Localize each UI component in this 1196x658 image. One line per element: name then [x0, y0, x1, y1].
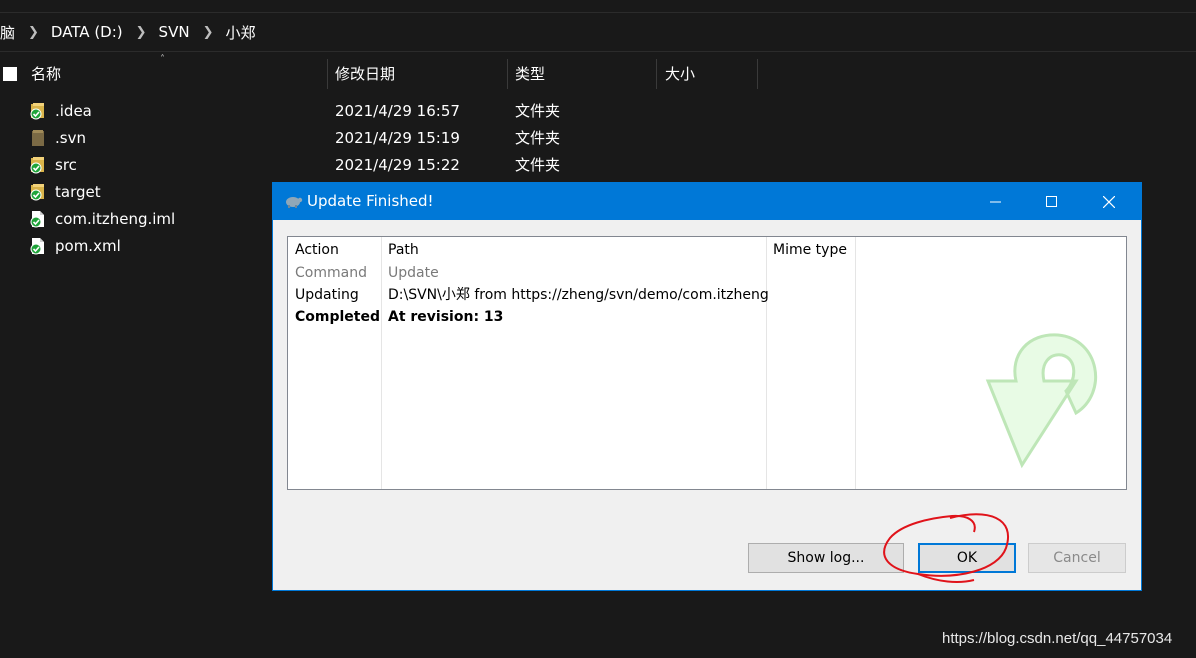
address-bar[interactable]: 脑 ❯ DATA (D:) ❯ SVN ❯ 小郑	[0, 12, 1196, 52]
close-icon	[1103, 195, 1115, 208]
file-type: 文件夹	[515, 156, 561, 174]
file-name: src	[55, 156, 77, 174]
result-path: At revision: 13	[388, 309, 504, 325]
column-header-modified[interactable]: 修改日期	[335, 59, 395, 89]
breadcrumb-item-pc[interactable]: 脑	[0, 22, 15, 43]
source-watermark: https://blog.csdn.net/qq_44757034	[942, 630, 1173, 647]
result-action: Updating	[295, 287, 359, 303]
chevron-right-icon[interactable]: ❯	[203, 25, 214, 40]
breadcrumb-item-folder[interactable]: 小郑	[225, 22, 255, 43]
column-header-size[interactable]: 大小	[665, 59, 695, 89]
file-row[interactable]: .idea 2021/4/29 16:57 文件夹	[0, 98, 640, 125]
tortoise-icon	[286, 197, 303, 208]
file-name: pom.xml	[55, 237, 121, 255]
result-action: Command	[295, 265, 367, 281]
file-date: 2021/4/29 15:22	[335, 156, 460, 174]
svn-file-ok-icon	[30, 211, 44, 228]
result-action: Completed	[295, 309, 381, 325]
cancel-button[interactable]: Cancel	[1028, 543, 1126, 573]
column-divider[interactable]	[656, 59, 657, 89]
dialog-titlebar[interactable]: Update Finished!	[273, 183, 1141, 220]
svn-folder-ok-icon	[30, 184, 44, 201]
svn-file-ok-icon	[30, 238, 44, 255]
svn-folder-ok-icon	[30, 157, 44, 174]
file-date: 2021/4/29 16:57	[335, 102, 460, 120]
update-arrow-icon	[985, 333, 1098, 469]
column-divider[interactable]	[327, 59, 328, 89]
file-name: com.itzheng.iml	[55, 210, 176, 228]
chevron-right-icon[interactable]: ❯	[28, 25, 39, 40]
column-header-row: 名称 修改日期 类型 大小	[0, 59, 760, 89]
folder-icon	[32, 130, 44, 146]
result-path: Update	[388, 265, 439, 281]
file-type: 文件夹	[515, 129, 561, 147]
column-header-path[interactable]: Path	[388, 239, 419, 261]
file-type: 文件夹	[515, 102, 561, 120]
breadcrumb-item-drive[interactable]: DATA (D:)	[51, 23, 123, 41]
column-divider[interactable]	[766, 237, 767, 489]
chevron-right-icon[interactable]: ❯	[136, 25, 147, 40]
column-header-name[interactable]: 名称	[31, 59, 61, 89]
column-divider[interactable]	[381, 237, 382, 489]
ok-button[interactable]: OK	[918, 543, 1016, 573]
file-name: .idea	[55, 102, 92, 120]
minimize-icon	[989, 201, 1001, 203]
column-divider[interactable]	[855, 237, 856, 489]
svn-folder-ok-icon	[30, 103, 44, 120]
minimize-button[interactable]	[972, 183, 1018, 220]
result-path: D:\SVN\小郑 from https://zheng/svn/demo/co…	[388, 287, 769, 303]
column-header-type[interactable]: 类型	[515, 59, 545, 89]
show-log-button[interactable]: Show log...	[748, 543, 904, 573]
file-row[interactable]: src 2021/4/29 15:22 文件夹	[0, 152, 640, 179]
column-header-action[interactable]: Action	[295, 239, 339, 261]
close-button[interactable]	[1086, 183, 1132, 220]
column-divider[interactable]	[507, 59, 508, 89]
file-date: 2021/4/29 15:19	[335, 129, 460, 147]
column-divider[interactable]	[757, 59, 758, 89]
update-results-list[interactable]: Action Path Mime type Command Update Upd…	[287, 236, 1127, 490]
file-name: .svn	[55, 129, 86, 147]
breadcrumb: 脑 ❯ DATA (D:) ❯ SVN ❯ 小郑	[0, 13, 255, 51]
file-row[interactable]: .svn 2021/4/29 15:19 文件夹	[0, 125, 640, 152]
breadcrumb-item-svn[interactable]: SVN	[159, 23, 190, 41]
maximize-icon	[1045, 196, 1057, 207]
update-finished-dialog: Update Finished! Action Path Mime type C…	[272, 182, 1142, 591]
column-header-mime-type[interactable]: Mime type	[773, 239, 847, 261]
dialog-title: Update Finished!	[307, 192, 434, 210]
file-name: target	[55, 183, 101, 201]
maximize-button[interactable]	[1028, 183, 1074, 220]
